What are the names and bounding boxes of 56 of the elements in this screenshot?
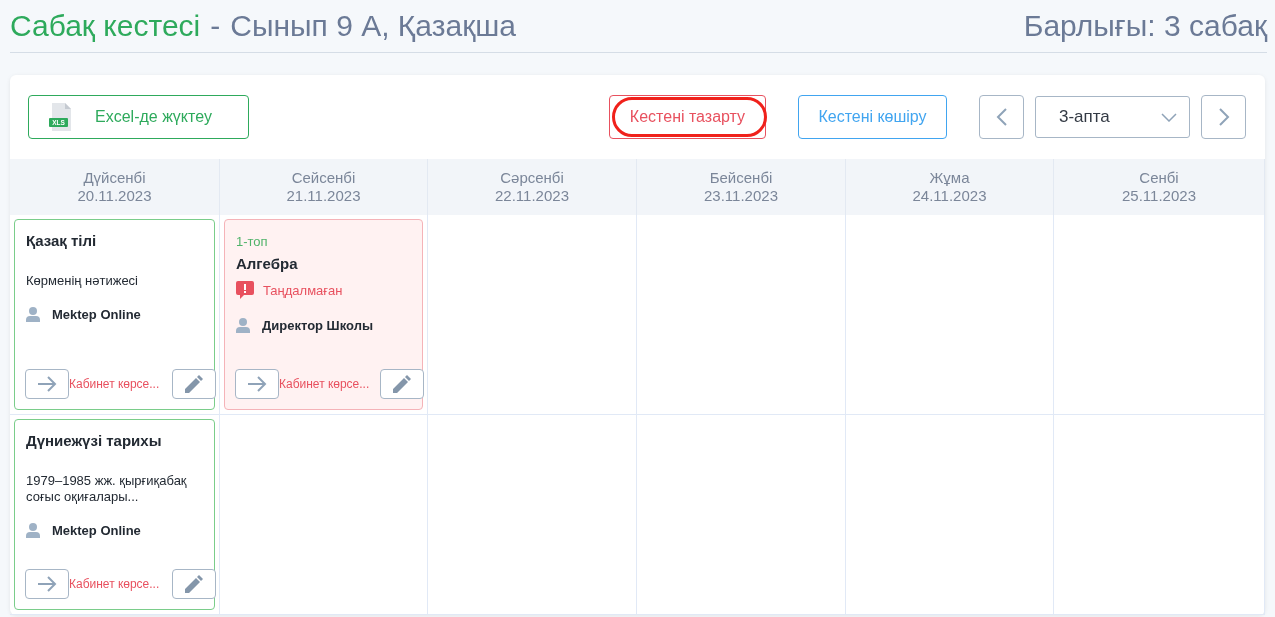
day-date: 22.11.2023 (495, 187, 569, 205)
week-select[interactable]: 3-апта (1035, 96, 1190, 138)
page-title: Сабақ кестесі (10, 9, 201, 43)
day-name: Дүйсенбі (83, 169, 146, 187)
day-name: Бейсенбі (709, 169, 773, 187)
alert-icon (236, 281, 254, 300)
day-name: Сейсенбі (291, 169, 356, 187)
room-link[interactable]: Кабинет көрсе... (69, 377, 172, 391)
lesson-card[interactable]: Дүниежүзі тарихы 1979–1985 жж. қырғиқабақ соғыс оқиғалары... Mektep Online Кабинет көрсе... (14, 419, 215, 610)
lesson-card[interactable]: Қазақ тілі Көрменің нәтижесі Mektep Online Кабинет көрсе... (14, 219, 215, 410)
day-name: Жұма (929, 169, 970, 187)
room-link[interactable]: Кабинет көрсе... (69, 577, 172, 591)
arrow-right-icon (37, 376, 57, 392)
day-name: Сенбі (1139, 169, 1179, 187)
group-label: 1-топ (236, 234, 269, 249)
warning-text: Таңдалмаған (263, 283, 343, 298)
previous-week-button[interactable] (979, 95, 1024, 139)
edit-button[interactable] (172, 369, 216, 399)
chevron-down-icon (1161, 112, 1177, 122)
copy-schedule-button[interactable]: Кестені көшіру (798, 95, 947, 139)
day-date: 24.11.2023 (912, 187, 987, 205)
teacher-name: Mektep Online (52, 523, 141, 538)
day-date: 25.11.2023 (1122, 187, 1196, 205)
edit-button[interactable] (380, 369, 424, 399)
person-icon (26, 523, 40, 538)
arrow-right-icon (37, 576, 57, 592)
room-link[interactable]: Кабинет көрсе... (279, 377, 380, 391)
lesson-total: Барлығы: 3 сабақ (1023, 9, 1267, 43)
lesson-topic: Көрменің нәтижесі (26, 273, 139, 289)
person-icon (26, 307, 40, 322)
lesson-topic: 1979–1985 жж. қырғиқабақ соғыс оқиғалары... (26, 473, 188, 505)
edit-button[interactable] (172, 569, 216, 599)
day-date: 20.11.2023 (77, 187, 152, 205)
day-name: Сәрсенбі (500, 169, 564, 187)
move-button[interactable] (25, 569, 69, 599)
person-icon (236, 318, 250, 333)
chevron-left-icon (995, 107, 1008, 127)
class-subtitle: Сынып 9 А, Қазақша (230, 9, 516, 43)
next-week-button[interactable] (1201, 95, 1246, 139)
lesson-card[interactable]: 1-топ Алгебра Таңдалмаған Директор Школы Кабинет көрсе... (224, 219, 423, 410)
clear-schedule-button[interactable]: Кестені тазарту (609, 95, 766, 139)
subject-name: Дүниежүзі тарихы (26, 432, 163, 449)
title-separator: - (210, 9, 221, 43)
pencil-icon (392, 374, 412, 394)
move-button[interactable] (25, 369, 69, 399)
subject-name: Алгебра (236, 255, 299, 272)
arrow-right-icon (247, 376, 267, 392)
pencil-icon (184, 574, 204, 594)
day-date: 21.11.2023 (286, 187, 361, 205)
teacher-name: Mektep Online (52, 307, 141, 322)
move-button[interactable] (235, 369, 279, 399)
subject-name: Қазақ тілі (26, 232, 98, 249)
pencil-icon (184, 374, 204, 394)
teacher-name: Директор Школы (262, 318, 373, 333)
chevron-right-icon (1217, 107, 1230, 127)
day-date: 23.11.2023 (704, 187, 778, 205)
